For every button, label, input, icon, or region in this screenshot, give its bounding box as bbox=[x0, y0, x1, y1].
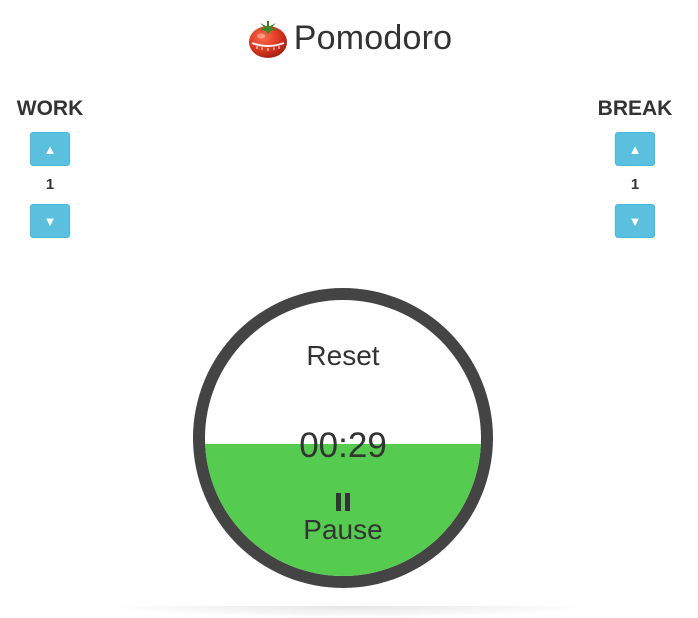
break-label: BREAK bbox=[597, 97, 673, 120]
work-increase-button[interactable]: ▲ bbox=[30, 132, 70, 166]
tomato-icon bbox=[248, 21, 287, 58]
break-value: 1 bbox=[630, 176, 640, 193]
pause-label: Pause bbox=[303, 514, 383, 545]
clock-shadow bbox=[105, 606, 595, 618]
timer-display: 00:29 bbox=[299, 426, 387, 465]
break-decrease-button[interactable]: ▼ bbox=[615, 204, 655, 238]
timer-face: Reset 00:29 Pause bbox=[205, 300, 481, 576]
work-label: WORK bbox=[16, 97, 84, 120]
arrow-up-icon: ▲ bbox=[628, 141, 642, 157]
header: Pomodoro bbox=[0, 14, 698, 62]
break-increase-button[interactable]: ▲ bbox=[615, 132, 655, 166]
arrow-down-icon: ▼ bbox=[628, 213, 642, 229]
pause-button[interactable]: Pause bbox=[205, 492, 481, 548]
arrow-down-icon: ▼ bbox=[43, 213, 57, 229]
work-value: 1 bbox=[45, 176, 55, 193]
reset-button[interactable]: Reset bbox=[205, 340, 481, 372]
arrow-up-icon: ▲ bbox=[43, 141, 57, 157]
work-control: WORK ▲ 1 ▼ bbox=[0, 96, 100, 238]
break-control: BREAK ▲ 1 ▼ bbox=[585, 96, 685, 238]
timer-clock: Reset 00:29 Pause bbox=[193, 288, 493, 588]
pause-icon bbox=[336, 493, 350, 511]
work-decrease-button[interactable]: ▼ bbox=[30, 204, 70, 238]
app-title: Pomodoro bbox=[293, 18, 453, 57]
